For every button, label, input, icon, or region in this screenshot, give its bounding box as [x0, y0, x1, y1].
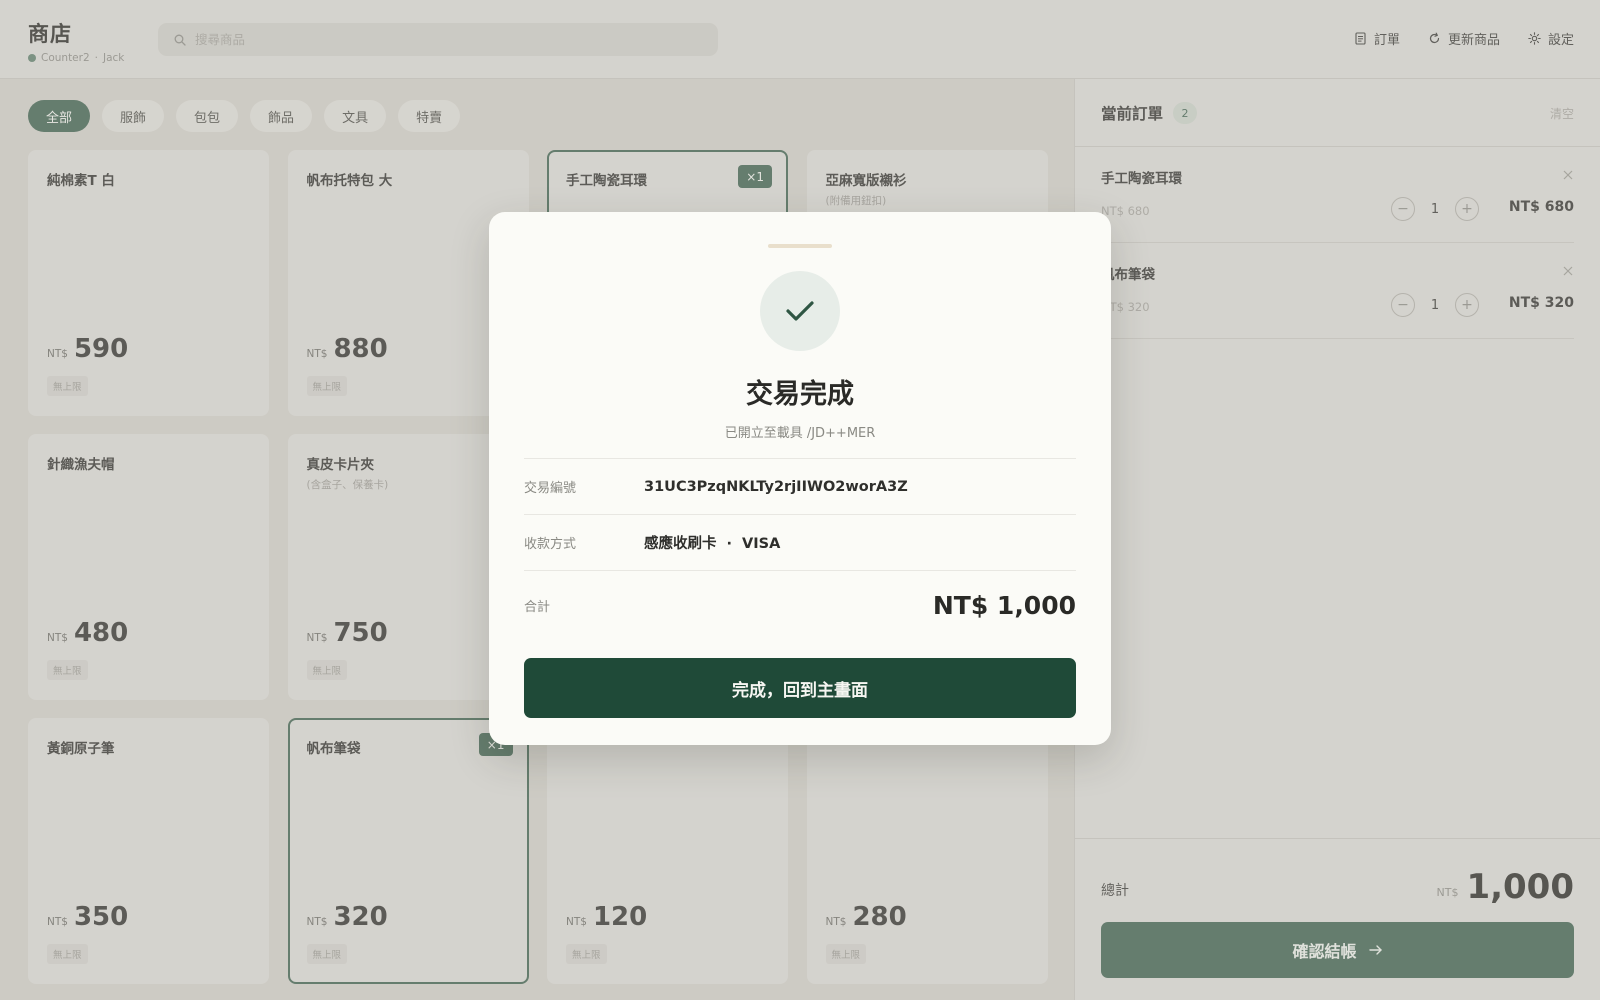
payment-method-row: 收款方式 感應收刷卡 · VISA [524, 514, 1076, 570]
transaction-id-value: 31UC3PzqNKLTy2rjIIWO2worA3Z [644, 478, 908, 495]
payment-method-name: 感應收刷卡 [644, 536, 717, 552]
payment-separator: · [726, 536, 733, 552]
transaction-complete-dialog: 交易完成 已開立至載具 /JD++MER 交易編號 31UC3PzqNKLTy2… [489, 212, 1111, 745]
transaction-id-label: 交易編號 [524, 481, 577, 496]
payment-method-value: 感應收刷卡 · VISA [644, 532, 780, 553]
dialog-total-row: 合計 NT$ 1,000 [524, 570, 1076, 640]
dialog-subtitle: 已開立至載具 /JD++MER [724, 426, 876, 441]
dialog-total-value: NT$ 1,000 [932, 591, 1076, 620]
success-badge [760, 271, 840, 351]
done-return-home-button[interactable]: 完成，回到主畫面 [524, 658, 1076, 718]
dialog-total-label: 合計 [524, 600, 551, 615]
dialog-handle [768, 244, 832, 248]
card-brand: VISA [742, 536, 781, 552]
payment-method-label: 收款方式 [524, 537, 577, 552]
dialog-title: 交易完成 [746, 379, 854, 410]
transaction-id-row: 交易編號 31UC3PzqNKLTy2rjIIWO2worA3Z [524, 458, 1076, 514]
checkmark-icon [786, 301, 814, 321]
